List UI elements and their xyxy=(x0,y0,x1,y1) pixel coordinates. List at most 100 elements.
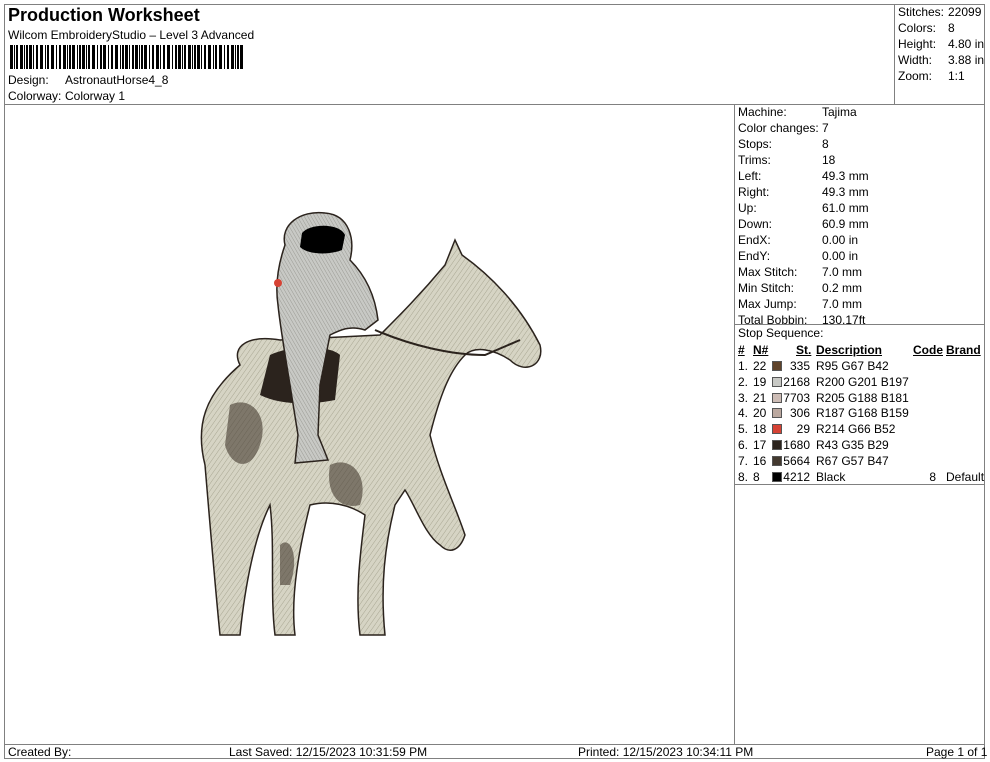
needle-number: 22 xyxy=(753,359,767,373)
barcode-bar xyxy=(144,45,147,69)
barcode-bar xyxy=(14,45,15,69)
barcode-bar xyxy=(69,45,71,69)
max-stitch-row: Max Stitch: 7.0 mm xyxy=(738,265,863,279)
color-swatch xyxy=(772,361,782,371)
barcode-bar xyxy=(215,45,217,69)
barcode-bar xyxy=(178,45,181,69)
barcode-bar xyxy=(33,45,34,69)
barcode-bar xyxy=(227,45,229,69)
barcode-bar xyxy=(115,45,118,69)
embroidery-design-preview xyxy=(200,211,542,636)
barcode-bar xyxy=(67,45,68,69)
table-row: 8. 8 4212 Black 8 Default xyxy=(736,470,984,486)
color-swatch xyxy=(772,424,782,435)
barcode-bar xyxy=(163,45,165,69)
barcode-bar xyxy=(88,45,90,69)
barcode-bar xyxy=(63,45,66,69)
astronaut-visor xyxy=(300,225,345,254)
barcode-bar xyxy=(40,45,43,69)
color-description: R214 G66 B52 xyxy=(816,422,896,437)
barcode-bar xyxy=(135,45,138,69)
software-name: Wilcom EmbroideryStudio – Level 3 Advanc… xyxy=(8,28,255,42)
needle-number: 18 xyxy=(753,422,767,437)
col-header-code: Code xyxy=(913,343,943,357)
col-header-brand: Brand xyxy=(946,343,981,357)
stitch-count: 29 xyxy=(796,422,810,437)
colorway-label: Colorway: xyxy=(8,89,62,103)
row-number: 4. xyxy=(738,406,749,421)
stitch-count: 306 xyxy=(789,406,810,421)
created-by: Created By: xyxy=(8,745,72,759)
color-description: R67 G57 B47 xyxy=(816,453,889,468)
trims-row: Trims: 18 xyxy=(738,153,836,167)
max-jump-row: Max Jump: 7.0 mm xyxy=(738,297,863,311)
barcode-bar xyxy=(100,45,102,69)
stitch-count: 335 xyxy=(789,359,810,373)
row-number: 1. xyxy=(738,359,749,373)
stat-height: Height: 4.80 in xyxy=(898,37,985,51)
barcode-bar xyxy=(47,45,49,69)
stitch-count: 1680 xyxy=(783,438,810,452)
row-number: 7. xyxy=(738,453,749,468)
color-description: R205 G188 B181 xyxy=(816,390,909,405)
stat-colors: Colors: 8 xyxy=(898,21,955,35)
barcode-bar xyxy=(160,45,161,69)
col-header-needle: N# xyxy=(753,343,769,357)
left-row: Left: 49.3 mm xyxy=(738,169,869,183)
barcode-bar xyxy=(204,45,206,69)
barcode-bar xyxy=(120,45,121,69)
color-description: R200 G201 B197 xyxy=(816,374,909,389)
color-description: R187 G168 B159 xyxy=(816,406,909,421)
barcode-bar xyxy=(72,45,75,69)
table-row: 2. 19 2168 R200 G201 B197 xyxy=(736,375,984,391)
barcode-bar xyxy=(167,45,170,69)
table-row: 4. 20 306 R187 G168 B159 xyxy=(736,406,984,422)
barcode-bar xyxy=(149,45,150,69)
color-swatch xyxy=(772,376,782,387)
barcode-bar xyxy=(132,45,134,69)
needle-number: 19 xyxy=(753,374,767,389)
barcode-bar xyxy=(224,45,225,69)
thread-code: 8 xyxy=(929,469,936,484)
barcode-bar xyxy=(125,45,128,69)
info-panel-divider xyxy=(734,104,735,744)
barcode-bar xyxy=(82,45,85,69)
color-description: R43 G35 B29 xyxy=(816,438,889,452)
barcode-bar xyxy=(16,45,18,69)
barcode-bar xyxy=(45,45,46,69)
table-row: 7. 16 5664 R67 G57 B47 xyxy=(736,454,984,470)
stat-zoom: Zoom: 1:1 xyxy=(898,69,965,83)
barcode-bar xyxy=(201,45,202,69)
printed-date: Printed: 12/15/2023 10:34:11 PM xyxy=(578,745,754,759)
barcode-bar xyxy=(141,45,143,69)
color-description: Black xyxy=(816,469,846,484)
colorway-value: Colorway 1 xyxy=(65,89,126,103)
barcode xyxy=(10,45,243,69)
table-header: # N# St. Description Code Brand xyxy=(736,343,984,359)
barcode-bar xyxy=(194,45,196,69)
page-title: Production Worksheet xyxy=(8,5,200,25)
barcode-bar xyxy=(36,45,38,69)
barcode-bar xyxy=(192,45,193,69)
endy-row: EndY: 0.00 in xyxy=(738,249,859,263)
stitch-count: 5664 xyxy=(783,453,810,468)
barcode-bar xyxy=(156,45,159,69)
stat-stitches: Stitches: 22099 xyxy=(898,5,982,19)
barcode-bar xyxy=(208,45,211,69)
barcode-bar xyxy=(152,45,154,69)
stitch-count: 4212 xyxy=(783,469,810,484)
endx-row: EndX: 0.00 in xyxy=(738,233,859,247)
table-row: 5. 18 29 R214 G66 B52 xyxy=(736,422,984,438)
needle-number: 21 xyxy=(753,390,767,405)
barcode-bar xyxy=(213,45,214,69)
table-row: 1. 22 335 R95 G67 B42 xyxy=(736,359,984,375)
barcode-bar xyxy=(79,45,81,69)
color-swatch xyxy=(772,455,782,466)
up-row: Up: 61.0 mm xyxy=(738,201,869,215)
row-number: 3. xyxy=(738,390,749,405)
barcode-bar xyxy=(97,45,98,69)
barcode-bar xyxy=(237,45,239,69)
needle-number: 17 xyxy=(753,438,767,452)
min-stitch-row: Min Stitch: 0.2 mm xyxy=(738,281,863,295)
barcode-bar xyxy=(20,45,23,69)
